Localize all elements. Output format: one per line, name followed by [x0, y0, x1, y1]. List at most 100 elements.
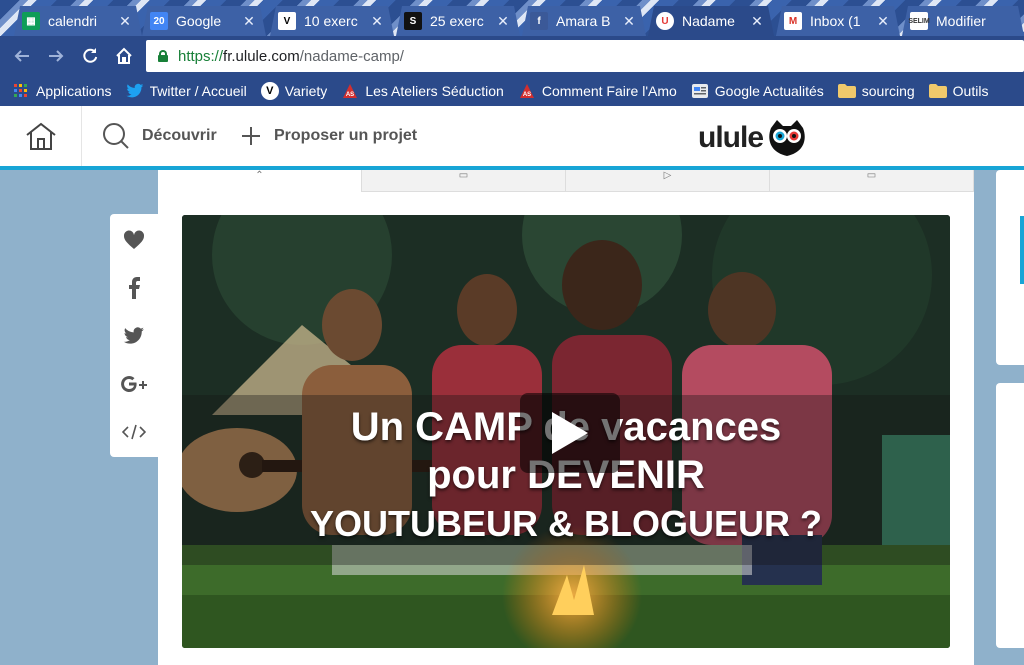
- variety-icon: V: [278, 12, 296, 30]
- project-tabs: ⌃ ▭ ▷ ▭: [158, 170, 974, 192]
- bookmark-folder-outils[interactable]: Outils: [928, 82, 989, 100]
- browser-tab-strip: ▦ calendri ✕ 20 Google ✕ V 10 exerc ✕ S …: [0, 0, 1024, 36]
- bookmark-label: sourcing: [861, 83, 915, 99]
- tab-title: Modifier: [936, 13, 986, 29]
- site-header: Découvrir Proposer un projet ulule: [0, 106, 1024, 170]
- play-icon: [552, 412, 588, 454]
- discover-link[interactable]: Découvrir: [102, 106, 217, 166]
- code-embed-icon: [122, 424, 146, 440]
- apps-grid-icon: [12, 82, 30, 100]
- close-tab-icon[interactable]: ✕: [116, 13, 134, 30]
- tab-news[interactable]: ▭: [362, 170, 566, 192]
- folder-icon: [837, 82, 856, 100]
- tab-title: Amara B: [556, 13, 611, 29]
- close-tab-icon[interactable]: ✕: [874, 13, 892, 30]
- s-logo-icon: S: [404, 12, 422, 30]
- lock-icon: [158, 50, 168, 62]
- google-plus-share-button[interactable]: [110, 360, 158, 408]
- news-icon: [691, 82, 709, 100]
- reload-icon[interactable]: [78, 44, 102, 68]
- play-button[interactable]: [520, 393, 620, 473]
- browser-tab[interactable]: S 25 exerc ✕: [396, 6, 520, 36]
- bookmark-label: Les Ateliers Séduction: [365, 83, 504, 99]
- bookmark-applications[interactable]: Applications: [12, 82, 112, 100]
- back-arrow-icon[interactable]: [10, 44, 34, 68]
- browser-tab[interactable]: M Inbox (1 ✕: [776, 6, 900, 36]
- bookmark-label: Twitter / Accueil: [149, 83, 247, 99]
- url-host: fr.ulule.com: [223, 47, 300, 65]
- tab-icon: ▷: [663, 170, 672, 181]
- bookmark-comment-faire[interactable]: AS Comment Faire l'Amo: [518, 82, 677, 100]
- svg-text:AS: AS: [523, 92, 531, 98]
- close-tab-icon[interactable]: ✕: [240, 13, 258, 30]
- side-accent-bar: [1020, 216, 1024, 284]
- tab-icon: ⌃: [255, 170, 264, 181]
- sheets-icon: ▦: [22, 12, 40, 30]
- tab-title: 10 exerc: [304, 13, 358, 29]
- address-bar[interactable]: https://fr.ulule.com/nadame-camp/: [146, 40, 1024, 72]
- home-icon[interactable]: [112, 44, 136, 68]
- browser-tab[interactable]: ▦ calendri ✕: [14, 6, 142, 36]
- calendar-icon: 20: [150, 12, 168, 30]
- tab-comments[interactable]: ▷: [566, 170, 770, 192]
- logo-text: ulule: [698, 121, 764, 154]
- bookmark-google-actualites[interactable]: Google Actualités: [691, 82, 824, 100]
- browser-tab[interactable]: f Amara B ✕: [522, 6, 646, 36]
- close-tab-icon[interactable]: ✕: [620, 13, 638, 30]
- close-tab-icon[interactable]: ✕: [494, 13, 512, 30]
- tab-icon: ▭: [458, 170, 469, 181]
- twitter-icon: [123, 327, 144, 344]
- heart-icon: [123, 230, 145, 249]
- tab-title: 25 exerc: [430, 13, 484, 29]
- forward-arrow-icon[interactable]: [44, 44, 68, 68]
- svg-text:AS: AS: [346, 92, 354, 98]
- bookmark-twitter[interactable]: Twitter / Accueil: [125, 82, 247, 100]
- right-side-panel-2: [996, 383, 1024, 648]
- url-scheme: https://: [178, 47, 224, 65]
- browser-tab-active[interactable]: U Nadame ✕: [648, 6, 774, 36]
- browser-tab[interactable]: SELIM Modifier: [902, 6, 1024, 36]
- tab-title: calendri: [48, 13, 98, 29]
- plus-icon: [242, 127, 260, 145]
- ateliers-icon: AS: [518, 82, 536, 100]
- bookmarks-bar: Applications Twitter / Accueil V Variety…: [0, 76, 1024, 106]
- twitter-icon: [125, 82, 144, 100]
- folder-icon: [928, 82, 947, 100]
- home-button[interactable]: [0, 106, 82, 166]
- video-title-line-3: YOUTUBEUR & BLOGUEUR ?: [310, 503, 822, 544]
- twitter-share-button[interactable]: [110, 312, 158, 360]
- tab-presentation[interactable]: ⌃: [158, 170, 362, 192]
- tab-title: Google: [176, 13, 222, 29]
- browser-tab[interactable]: V 10 exerc ✕: [270, 6, 394, 36]
- facebook-icon: f: [530, 12, 548, 30]
- google-plus-icon: [121, 376, 147, 392]
- propose-project-link[interactable]: Proposer un projet: [240, 106, 417, 166]
- search-icon: [103, 123, 129, 149]
- facebook-icon: [129, 277, 140, 299]
- close-tab-icon[interactable]: ✕: [368, 13, 386, 30]
- project-video[interactable]: Un CAMP de vacances pour DEVENIR YOUTUBE…: [182, 215, 950, 648]
- facebook-share-button[interactable]: [110, 264, 158, 312]
- ulule-logo[interactable]: ulule: [698, 118, 807, 158]
- share-bar: [110, 214, 158, 457]
- bookmark-folder-sourcing[interactable]: sourcing: [837, 82, 915, 100]
- bookmark-label: Variety: [284, 83, 328, 99]
- selim-icon: SELIM: [910, 12, 928, 30]
- like-button[interactable]: [110, 216, 158, 264]
- browser-tab[interactable]: 20 Google ✕: [142, 6, 266, 36]
- tab-title: Inbox (1: [810, 13, 861, 29]
- bookmark-label: Outils: [952, 83, 989, 99]
- gmail-icon: M: [784, 12, 802, 30]
- owl-logo-icon: [769, 120, 805, 156]
- tab-icon: ▭: [866, 170, 877, 181]
- ulule-icon: U: [656, 12, 674, 30]
- bookmark-ateliers[interactable]: AS Les Ateliers Séduction: [341, 82, 504, 100]
- propose-project-label: Proposer un projet: [274, 127, 418, 144]
- embed-button[interactable]: [110, 408, 158, 456]
- url-path: /nadame-camp/: [299, 47, 404, 65]
- variety-icon: V: [260, 82, 279, 100]
- house-icon: [25, 122, 56, 150]
- bookmark-variety[interactable]: V Variety: [260, 82, 328, 100]
- close-tab-icon[interactable]: ✕: [748, 13, 766, 30]
- tab-supporters[interactable]: ▭: [770, 170, 974, 192]
